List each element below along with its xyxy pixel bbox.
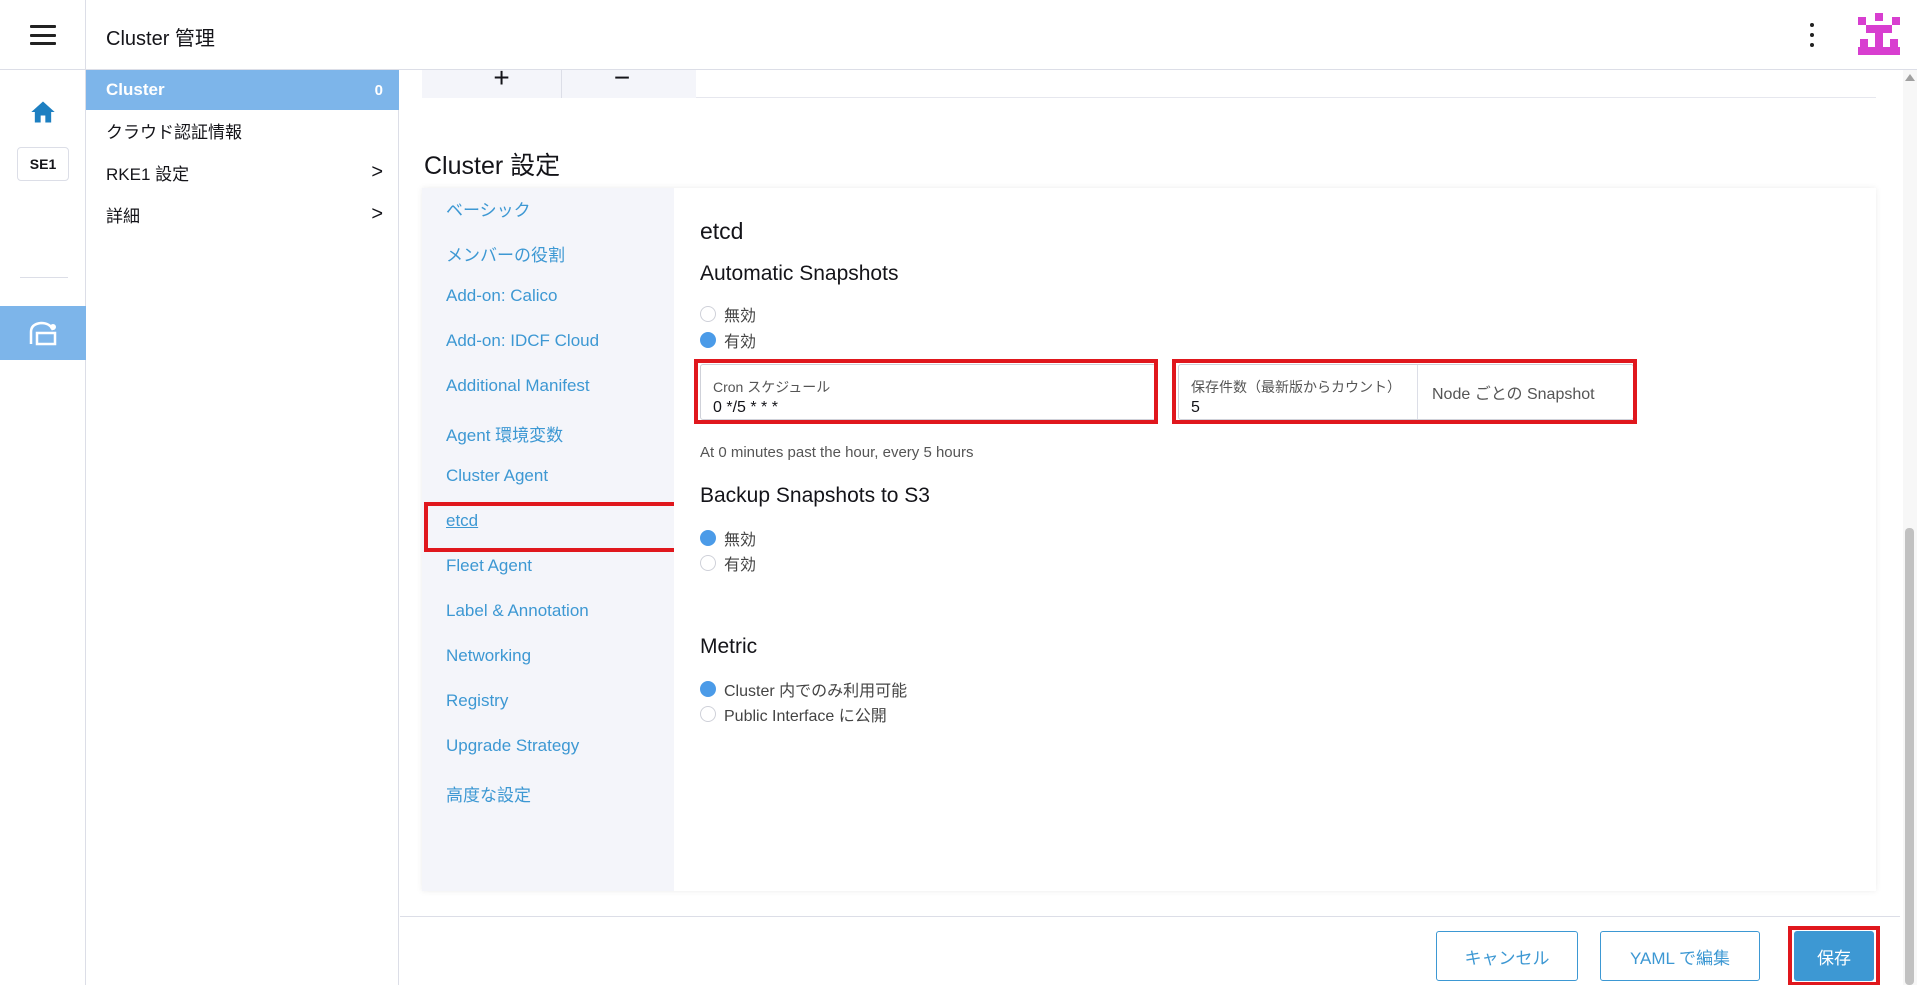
radio-on-icon [700, 530, 716, 546]
pool-card: + − [422, 70, 1876, 98]
settings-tab-addon-idcf[interactable]: Add-on: IDCF Cloud [446, 331, 599, 351]
cluster-badge[interactable]: SE1 [17, 147, 69, 181]
page-title: Cluster 管理 [106, 28, 215, 50]
main-content: + − Cluster 設定 ベーシック メンバーの役割 Add-on: Cal… [400, 70, 1900, 985]
radio-on-icon [700, 332, 716, 348]
settings-tab-networking[interactable]: Networking [446, 646, 531, 666]
cron-hint: At 0 minutes past the hour, every 5 hour… [700, 444, 974, 461]
backup-s3-heading: Backup Snapshots to S3 [700, 484, 930, 507]
settings-nav: ベーシック メンバーの役割 Add-on: Calico Add-on: IDC… [422, 188, 678, 891]
cluster-icon [29, 321, 57, 346]
scroll-up-icon[interactable] [1905, 74, 1915, 81]
minus-button[interactable]: − [562, 70, 682, 98]
avatar[interactable] [1856, 13, 1902, 59]
metric-internal-radio[interactable]: Cluster 内でのみ利用可能 [700, 677, 907, 701]
edit-yaml-button[interactable]: YAML で編集 [1600, 931, 1760, 981]
radio-off-icon [700, 306, 716, 322]
highlight-etcd-tab [424, 502, 678, 552]
cluster-manager-tile[interactable] [0, 306, 86, 360]
subnav-item-label: Cluster [106, 80, 165, 99]
kebab-icon[interactable] [1806, 20, 1818, 50]
icon-rail: SE1 [0, 70, 86, 985]
settings-tab-upgrade-strategy[interactable]: Upgrade Strategy [446, 736, 579, 756]
section-title: Cluster 設定 [424, 152, 561, 180]
subnav-item-rke1-settings[interactable]: RKE1 設定 > [86, 152, 399, 192]
radio-label: 有効 [724, 334, 757, 351]
settings-tab-addon-calico[interactable]: Add-on: Calico [446, 286, 558, 306]
settings-tab-additional-manifest[interactable]: Additional Manifest [446, 376, 590, 396]
cancel-button[interactable]: キャンセル [1436, 931, 1578, 981]
chevron-right-icon: > [371, 160, 383, 183]
backup-s3-enabled-radio[interactable]: 有効 [700, 551, 756, 575]
settings-tab-cluster-agent[interactable]: Cluster Agent [446, 466, 548, 486]
top-header: Cluster 管理 [0, 0, 1917, 70]
backup-s3-disabled-radio[interactable]: 無効 [700, 526, 756, 550]
plus-button[interactable]: + [442, 70, 562, 98]
highlight-retention-field [1172, 359, 1637, 424]
count-badge: 0 [374, 81, 383, 99]
settings-tab-member-roles[interactable]: メンバーの役割 [446, 241, 565, 266]
cluster-settings-card: ベーシック メンバーの役割 Add-on: Calico Add-on: IDC… [422, 188, 1876, 891]
automatic-snapshots-heading: Automatic Snapshots [700, 262, 899, 285]
radio-on-icon [700, 681, 716, 697]
radio-off-icon [700, 706, 716, 722]
settings-tab-label-annotation[interactable]: Label & Annotation [446, 601, 589, 621]
auto-snapshot-enabled-radio[interactable]: 有効 [700, 328, 756, 352]
settings-tab-advanced[interactable]: 高度な設定 [446, 781, 531, 806]
footer-bar: キャンセル YAML で編集 保存 [400, 916, 1900, 985]
radio-label: 無効 [724, 308, 757, 325]
radio-label: 無効 [724, 532, 757, 549]
subnav-item-label: RKE1 設定 [106, 164, 190, 184]
highlight-save-button [1788, 926, 1880, 985]
radio-off-icon [700, 555, 716, 571]
subnav-item-cloud-credentials[interactable]: クラウド認証情報 [86, 110, 399, 150]
subnav-item-cluster[interactable]: Cluster 0 [86, 70, 399, 110]
subnav-item-label: クラウド認証情報 [106, 122, 242, 142]
pool-card-body [696, 70, 1876, 98]
panel-title: etcd [700, 218, 744, 244]
metric-heading: Metric [700, 635, 758, 658]
secondary-nav: Cluster 0 クラウド認証情報 RKE1 設定 > 詳細 > [86, 70, 399, 985]
settings-tab-registry[interactable]: Registry [446, 691, 508, 711]
rail-divider [20, 277, 68, 278]
radio-label: 有効 [724, 557, 757, 574]
home-icon[interactable] [29, 98, 57, 126]
subnav-item-details[interactable]: 詳細 > [86, 194, 399, 234]
subnav-item-label: 詳細 [106, 206, 140, 226]
radio-label: Public Interface に公開 [724, 708, 887, 725]
highlight-cron-field [694, 359, 1158, 424]
settings-tab-basic[interactable]: ベーシック [446, 196, 531, 221]
settings-tab-fleet-agent[interactable]: Fleet Agent [446, 556, 532, 576]
scrollbar-thumb[interactable] [1905, 528, 1914, 985]
metric-public-radio[interactable]: Public Interface に公開 [700, 702, 887, 726]
chevron-right-icon: > [371, 202, 383, 225]
hamburger-icon[interactable] [0, 0, 86, 70]
auto-snapshot-disabled-radio[interactable]: 無効 [700, 302, 756, 326]
settings-tab-agent-env[interactable]: Agent 環境変数 [446, 421, 563, 446]
etcd-panel: etcd Automatic Snapshots 無効 有効 Cron スケジュ… [674, 188, 1876, 891]
radio-label: Cluster 内でのみ利用可能 [724, 683, 908, 700]
